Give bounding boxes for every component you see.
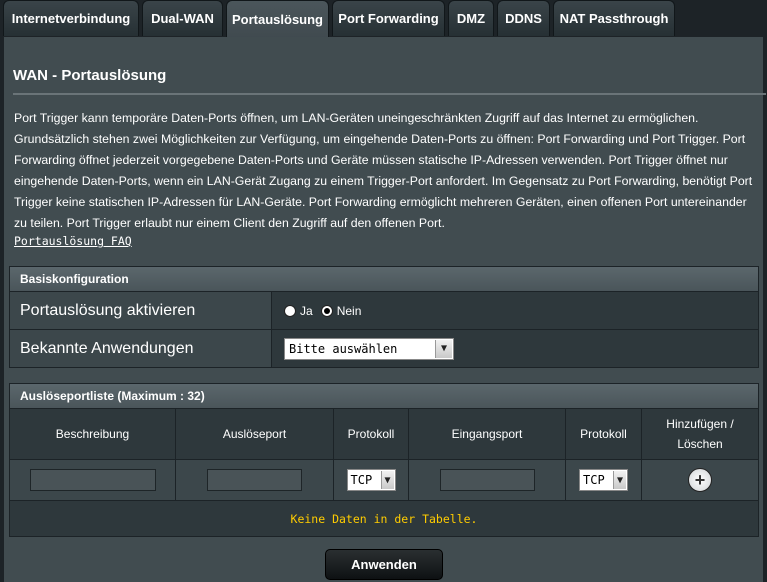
incoming-port-input[interactable] [439,469,535,491]
empty-table-message: Keine Daten in der Tabelle. [9,501,759,537]
apps-label: Bekannte Anwendungen [10,330,272,367]
protocol-trigger-value: TCP [350,473,373,487]
trigger-list-header: Auslöseportliste (Maximum : 32) [9,383,759,409]
description-input[interactable] [29,469,156,491]
col-trigger-port: Auslöseport [176,409,334,459]
col-incoming-port: Eingangsport [409,409,566,459]
trigger-input-row: TCP ▼ TCP ▼ + [9,460,759,501]
tab-port-trigger[interactable]: Portauslösung [226,0,329,38]
tab-bar: Internetverbindung Dual-WAN Portauslösun… [0,0,767,38]
known-apps-select-value: Bitte auswählen [289,341,398,356]
trigger-list-table: Auslöseportliste (Maximum : 32) Beschrei… [9,383,759,537]
chevron-down-icon: ▼ [435,339,452,358]
protocol-incoming-value: TCP [583,473,605,487]
radio-no-label: Nein [336,303,362,318]
tab-dual-wan[interactable]: Dual-WAN [142,0,223,36]
page-title: WAN - Portauslösung [13,67,167,84]
tab-ddns[interactable]: DDNS [497,0,550,36]
col-add-delete: Hinzufügen / Löschen [642,409,758,459]
col-protocol-trigger: Protokoll [334,409,409,459]
title-divider [13,93,766,95]
enable-row: Portauslösung aktivieren Ja Nein [9,292,759,330]
protocol-incoming-cell: TCP ▼ [566,460,642,500]
col-description: Beschreibung [10,409,176,459]
radio-no[interactable] [320,304,333,317]
enable-label: Portauslösung aktivieren [10,292,272,329]
tab-dmz[interactable]: DMZ [448,0,494,36]
apps-row: Bekannte Anwendungen Bitte auswählen ▼ [9,330,759,368]
tab-nat-passthrough[interactable]: NAT Passthrough [553,0,675,36]
enable-options: Ja Nein [272,292,758,329]
description-cell [10,460,176,500]
chevron-down-icon: ▼ [380,471,394,489]
protocol-trigger-cell: TCP ▼ [334,460,409,500]
protocol-incoming-select[interactable]: TCP ▼ [579,469,628,491]
col-add-delete-line2: Löschen [677,437,723,451]
radio-yes[interactable] [284,304,296,317]
basic-config-header: Basiskonfiguration [9,266,759,292]
trigger-list-column-headers: Beschreibung Auslöseport Protokoll Einga… [9,409,759,460]
incoming-port-cell [409,460,566,500]
plus-circle-icon[interactable]: + [688,468,712,492]
trigger-port-cell [176,460,334,500]
col-protocol-incoming: Protokoll [566,409,642,459]
known-apps-select[interactable]: Bitte auswählen ▼ [284,337,454,360]
chevron-down-icon: ▼ [613,471,626,489]
trigger-port-input[interactable] [207,469,302,491]
faq-link[interactable]: Portauslösung FAQ [14,234,132,248]
tab-port-forwarding[interactable]: Port Forwarding [332,0,445,36]
col-add-delete-line1: Hinzufügen / [666,417,734,431]
radio-yes-label: Ja [300,303,313,318]
tab-internet-connection[interactable]: Internetverbindung [3,0,139,36]
main-panel: WAN - Portauslösung Port Trigger kann te… [4,37,766,582]
apps-value-cell: Bitte auswählen ▼ [272,330,758,367]
basic-config-table: Basiskonfiguration Portauslösung aktivie… [9,266,759,368]
protocol-trigger-select[interactable]: TCP ▼ [346,469,396,491]
page-description: Port Trigger kann temporäre Daten-Ports … [14,111,753,230]
add-cell: + [642,460,758,500]
apply-button[interactable]: Anwenden [325,549,443,580]
